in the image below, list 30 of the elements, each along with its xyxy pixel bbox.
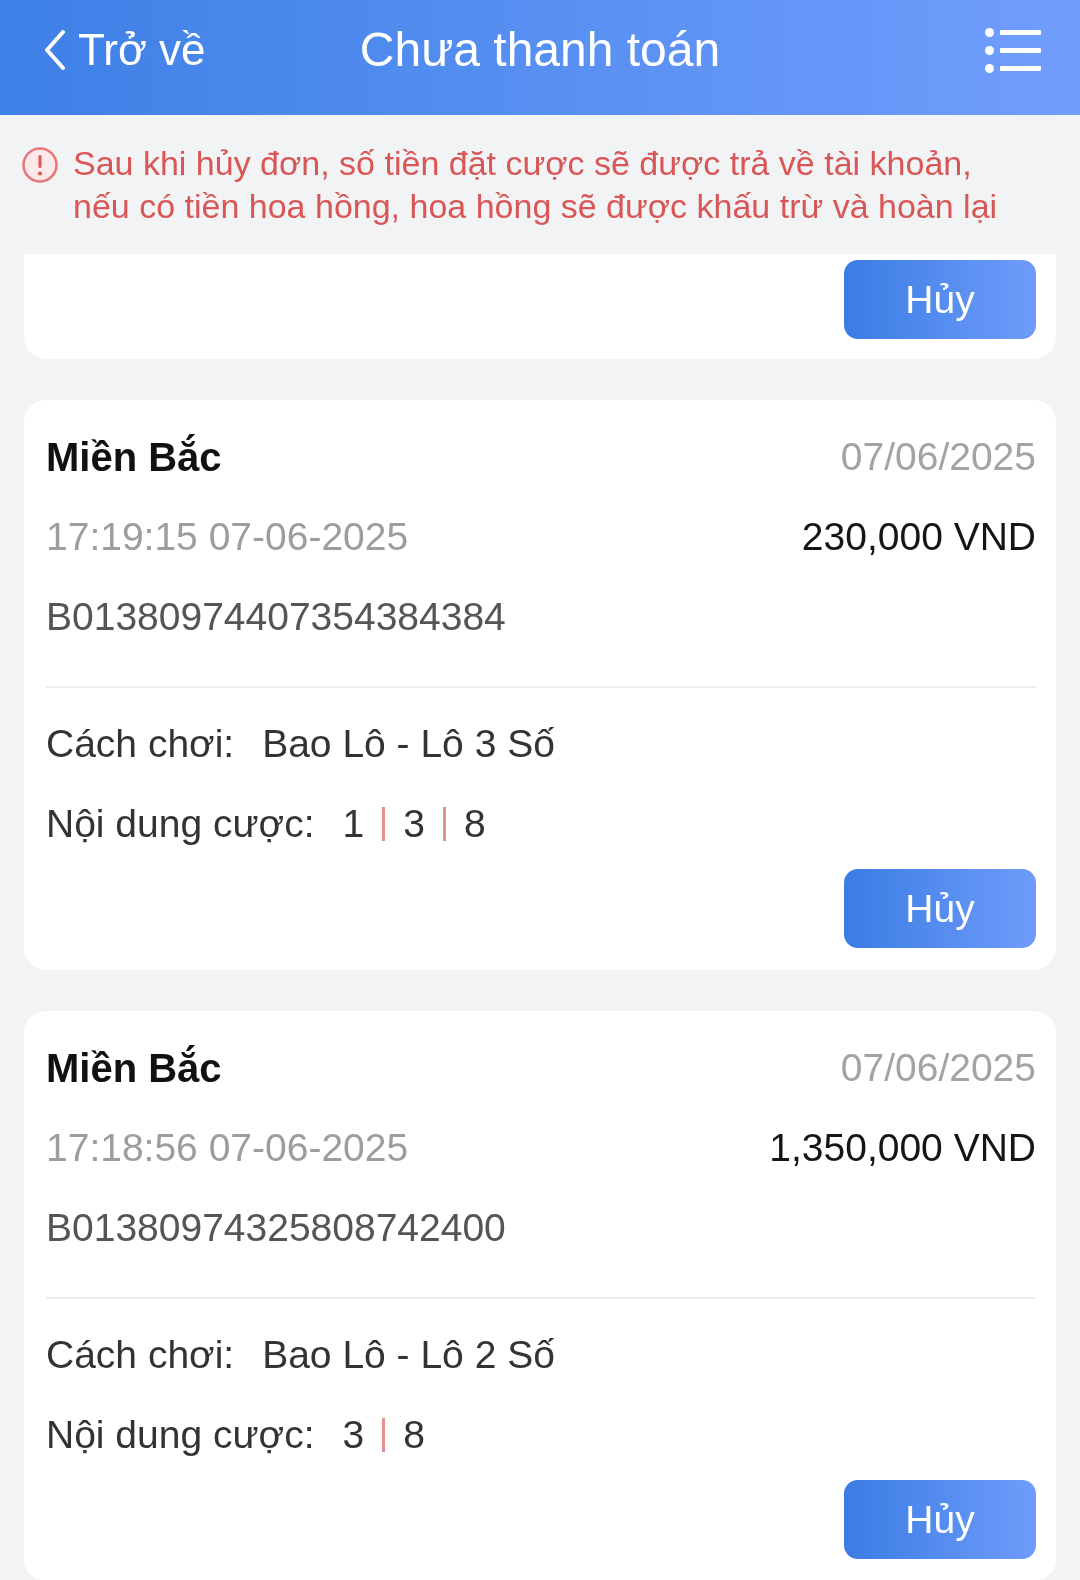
field-label: Nội dung cược: (46, 1413, 315, 1457)
play-type-text: Bao Lô - Lô 3 Số (262, 722, 555, 766)
region-title: Miền Bắc (46, 434, 222, 480)
amount-text: 1,350,000 VND (769, 1126, 1036, 1170)
amount-text: 230,000 VND (801, 515, 1036, 559)
region-title: Miền Bắc (46, 1045, 222, 1091)
time-text: 17:18:56 07-06-2025 (46, 1126, 409, 1170)
bet-number: 8 (403, 1413, 425, 1457)
warning-icon (22, 147, 58, 183)
cancel-button[interactable]: Hủy (844, 260, 1036, 339)
field-label: Nội dung cược: (46, 802, 315, 846)
cancel-button[interactable]: Hủy (844, 869, 1036, 948)
cancel-button[interactable]: Hủy (844, 1480, 1036, 1559)
field-label: Cách chơi: (46, 1333, 235, 1377)
notice-text: Sau khi hủy đơn, số tiền đặt cược sẽ được trả về tài khoản, nếu có tiền hoa hồng, hoa hồng sẽ được khấu trừ và hoàn lại (73, 143, 999, 227)
bet-number: 3 (403, 802, 425, 846)
field-label: Cách chơi: (46, 722, 235, 766)
date-text: 07/06/2025 (840, 435, 1036, 479)
date-text: 07/06/2025 (840, 1046, 1036, 1090)
bet-number: 1 (342, 802, 365, 846)
order-id-text: B01380974407354384384 (46, 595, 506, 639)
page-title: Chưa thanh toán (359, 22, 721, 78)
play-type-text: Bao Lô - Lô 2 Số (262, 1333, 555, 1377)
menu-icon[interactable] (985, 28, 1041, 73)
time-text: 17:19:15 07-06-2025 (46, 515, 409, 559)
order-id-text: B01380974325808742400 (46, 1206, 506, 1250)
bet-number: 8 (463, 802, 486, 846)
chevron-left-icon (44, 30, 66, 70)
back-button[interactable]: Trở về (44, 22, 206, 78)
bet-number: 3 (342, 1413, 365, 1457)
